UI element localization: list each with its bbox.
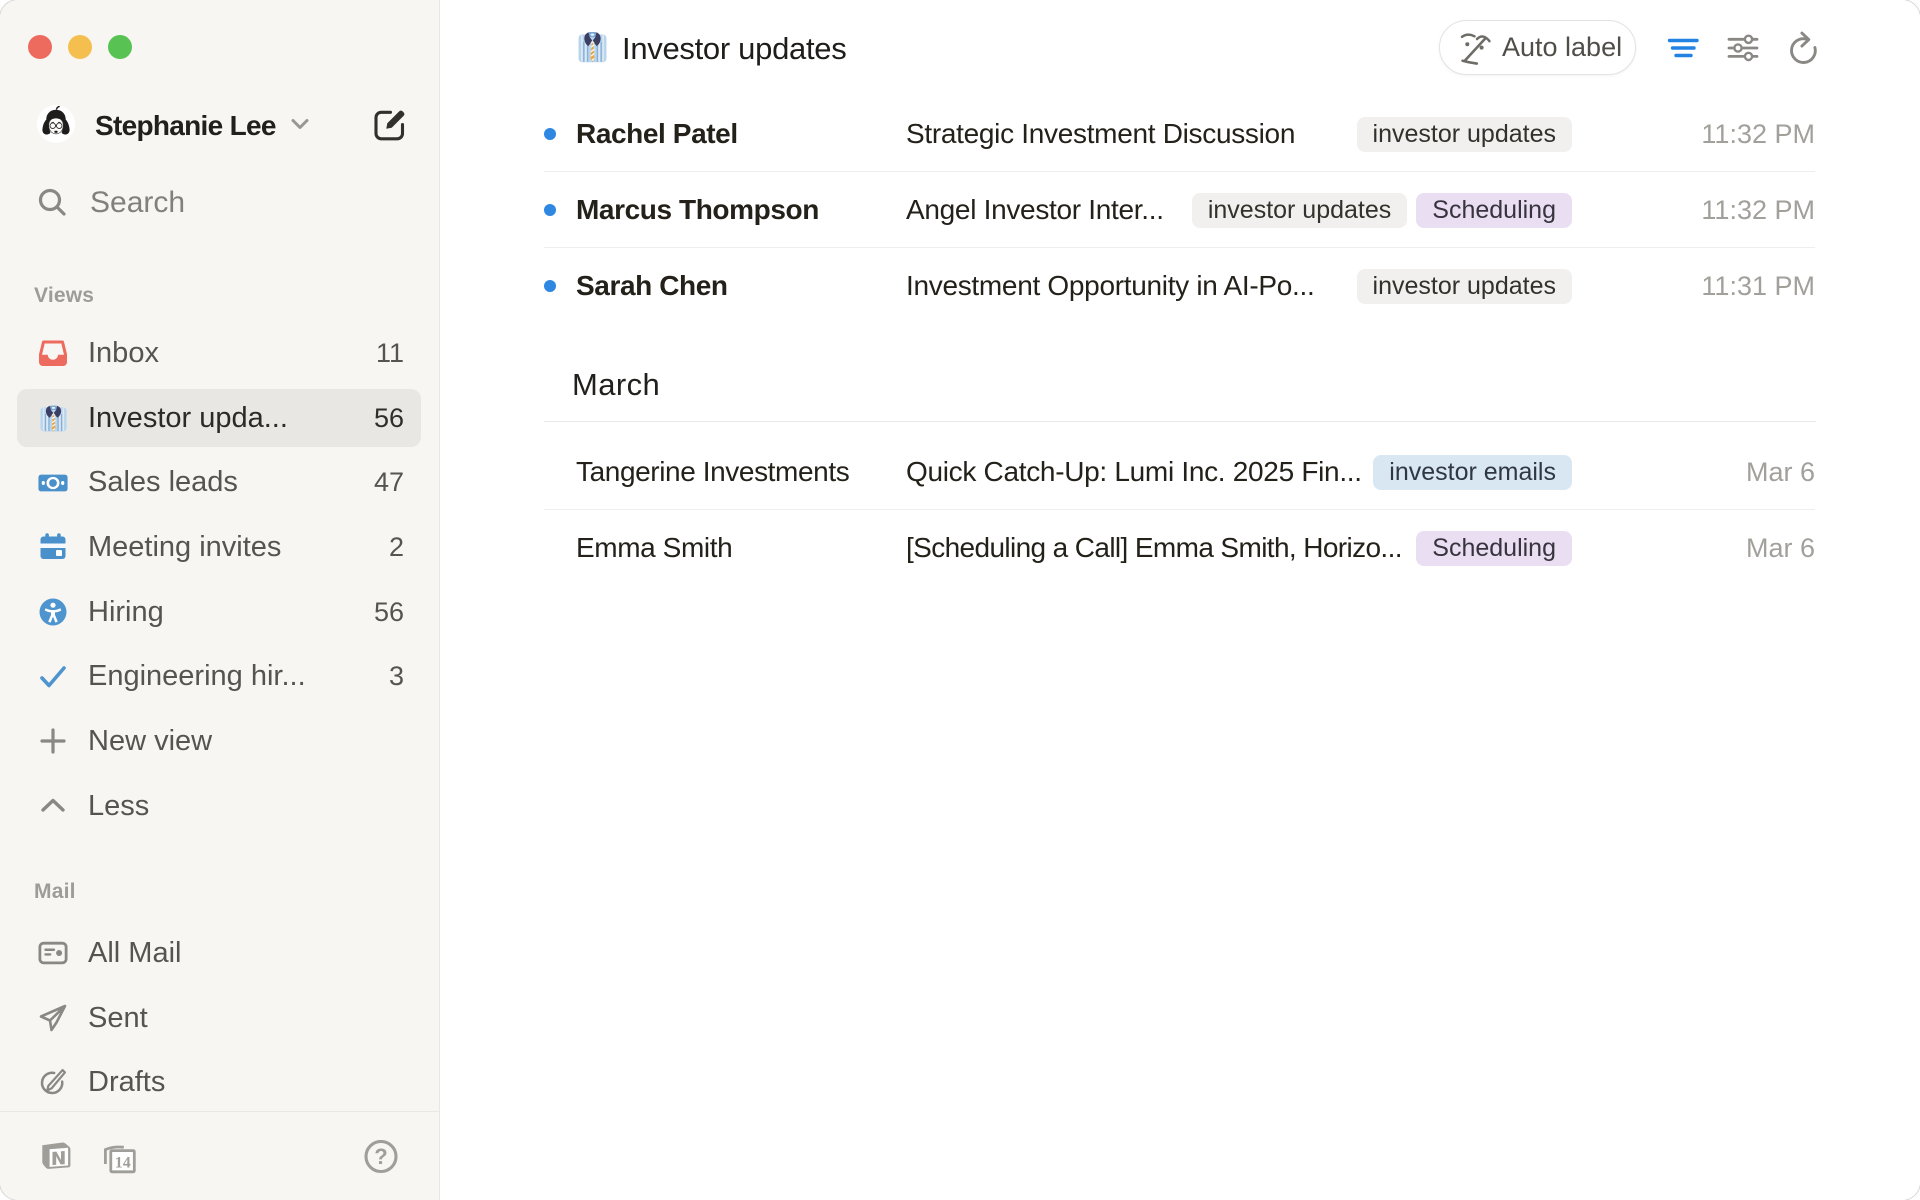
svg-text:14: 14 [115,1155,131,1172]
svg-text:?: ? [374,1144,387,1169]
